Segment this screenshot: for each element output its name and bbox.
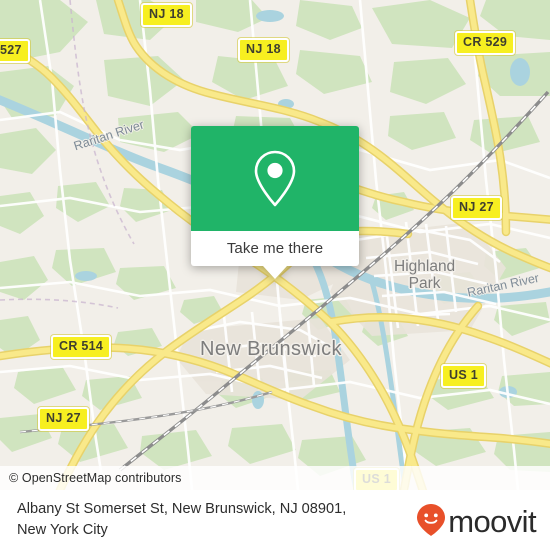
road-shield-527[interactable]: 527	[0, 39, 30, 63]
road-shield-cr514[interactable]: CR 514	[51, 335, 112, 359]
place-label-new-brunswick: New Brunswick	[200, 338, 342, 360]
place-label-highland-park: Highland Park	[394, 258, 455, 293]
popup-icon-panel	[191, 126, 359, 231]
address-line-1: Albany St Somerset St, New Brunswick, NJ…	[17, 500, 347, 517]
address-line-2: New York City	[17, 522, 108, 538]
take-me-there-popup[interactable]: Take me there	[191, 126, 359, 279]
location-address: Albany St Somerset St, New Brunswick, NJ…	[17, 499, 346, 541]
popup-pointer	[263, 266, 287, 279]
road-shield-nj27-west[interactable]: NJ 27	[38, 407, 89, 431]
place-label-line: Park	[408, 275, 441, 293]
map-attribution: © OpenStreetMap contributors	[0, 466, 550, 490]
road-shield-nj27-east[interactable]: NJ 27	[451, 196, 502, 220]
place-label-line: Highland	[394, 258, 456, 275]
road-shield-us1-east[interactable]: US 1	[441, 364, 486, 388]
attribution-text: © OpenStreetMap contributors	[9, 471, 182, 485]
road-shield-nj18-mid[interactable]: NJ 18	[238, 38, 289, 62]
moovit-logo[interactable]: moovit	[416, 503, 537, 539]
take-me-there-label: Take me there	[226, 240, 324, 257]
footer-bar: Albany St Somerset St, New Brunswick, NJ…	[0, 490, 550, 550]
road-shield-nj18-north[interactable]: NJ 18	[141, 3, 192, 27]
road-shield-cr529[interactable]: CR 529	[455, 31, 516, 55]
moovit-map-screenshot: New Brunswick Highland Park Raritan Rive…	[0, 0, 550, 550]
popup-action-bar[interactable]: Take me there	[191, 231, 359, 279]
moovit-pin-icon	[417, 504, 446, 536]
map-pin-icon	[254, 150, 296, 206]
moovit-wordmark: moovit	[448, 503, 536, 539]
